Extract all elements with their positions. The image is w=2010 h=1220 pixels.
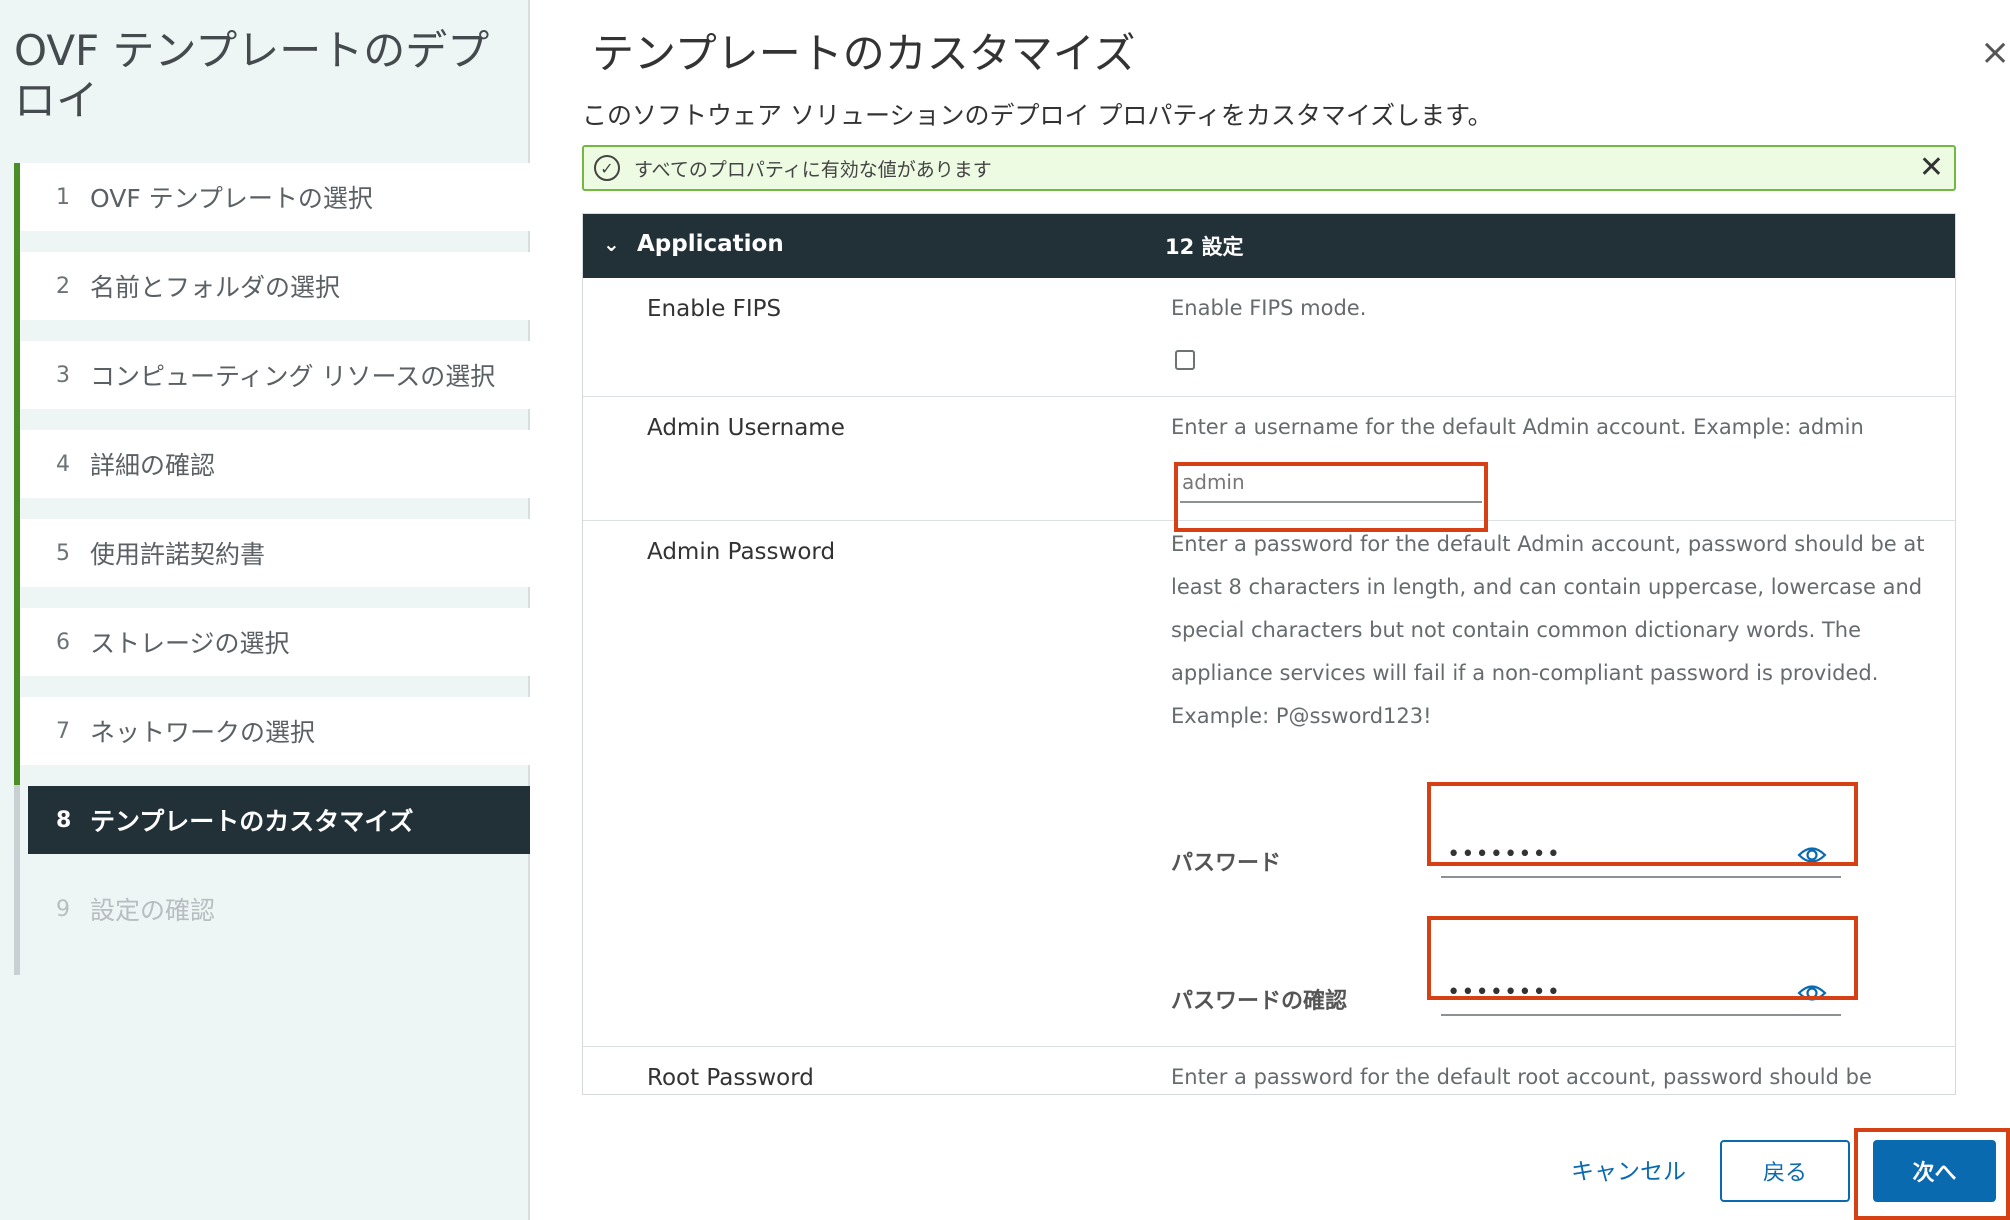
property-description: Enter a password for the default root ac… bbox=[1171, 1065, 1872, 1089]
step-number: 2 bbox=[56, 273, 70, 299]
group-name: Application bbox=[637, 231, 784, 257]
property-row-root-password: Root Password Enter a password for the d… bbox=[583, 1047, 1955, 1094]
step-1[interactable]: 1 OVF テンプレートの選択 bbox=[20, 163, 530, 231]
check-circle-icon: ✓ bbox=[594, 155, 620, 181]
step-label: ストレージの選択 bbox=[90, 629, 290, 658]
step-number: 1 bbox=[56, 184, 70, 210]
highlight-confirm-password bbox=[1427, 916, 1858, 1000]
property-label: Admin Password bbox=[647, 539, 836, 565]
step-number: 4 bbox=[56, 451, 70, 477]
step-label: OVF テンプレートの選択 bbox=[90, 184, 373, 213]
step-9: 9 設定の確認 bbox=[20, 875, 530, 943]
property-label: Enable FIPS bbox=[647, 296, 782, 322]
property-label: Root Password bbox=[647, 1065, 814, 1091]
back-button[interactable]: 戻る bbox=[1720, 1140, 1850, 1202]
step-7[interactable]: 7 ネットワークの選択 bbox=[20, 697, 530, 765]
chevron-down-icon: ⌄ bbox=[603, 232, 620, 256]
close-icon[interactable]: × bbox=[1980, 35, 2010, 71]
step-number: 9 bbox=[56, 896, 70, 922]
page-subtitle: このソフトウェア ソリューションのデプロイ プロパティをカスタマイズします。 bbox=[582, 101, 1493, 130]
highlight-password bbox=[1427, 782, 1858, 866]
cancel-button[interactable]: キャンセル bbox=[1571, 1152, 1686, 1186]
step-label: コンピューティング リソースの選択 bbox=[90, 362, 496, 391]
alert-text: すべてのプロパティに有効な値があります bbox=[634, 158, 992, 181]
step-8-active[interactable]: 8 テンプレートのカスタマイズ bbox=[28, 786, 530, 854]
password-label: パスワード bbox=[1171, 851, 1282, 876]
alert-close-icon[interactable]: ✕ bbox=[1919, 151, 1944, 185]
step-number: 6 bbox=[56, 629, 70, 655]
step-6[interactable]: 6 ストレージの選択 bbox=[20, 608, 530, 676]
step-4[interactable]: 4 詳細の確認 bbox=[20, 430, 530, 498]
wizard-sidebar: OVF テンプレートのデプロイ 1 OVF テンプレートの選択 2 名前とフォル… bbox=[0, 0, 530, 1220]
step-number: 3 bbox=[56, 362, 70, 388]
step-number: 5 bbox=[56, 540, 70, 566]
property-description: Enter a username for the default Admin a… bbox=[1171, 415, 1864, 439]
property-description: Enter a password for the default Admin a… bbox=[1171, 532, 1925, 728]
wizard-steps: 1 OVF テンプレートの選択 2 名前とフォルダの選択 3 コンピューティング… bbox=[14, 163, 530, 975]
step-5[interactable]: 5 使用許諾契約書 bbox=[20, 519, 530, 587]
wizard-main: テンプレートのカスタマイズ × このソフトウェア ソリューションのデプロイ プロ… bbox=[532, 0, 2010, 1220]
validation-alert: ✓ すべてのプロパティに有効な値があります ✕ bbox=[582, 145, 1956, 191]
step-2[interactable]: 2 名前とフォルダの選択 bbox=[20, 252, 530, 320]
step-3[interactable]: 3 コンピューティング リソースの選択 bbox=[20, 341, 530, 409]
step-label: 設定の確認 bbox=[90, 896, 216, 925]
highlight-username bbox=[1174, 462, 1488, 532]
step-label: 使用許諾契約書 bbox=[90, 540, 266, 569]
fips-checkbox[interactable] bbox=[1175, 350, 1195, 370]
step-number: 7 bbox=[56, 718, 70, 744]
confirm-password-label: パスワードの確認 bbox=[1171, 989, 1348, 1014]
page-title: テンプレートのカスタマイズ bbox=[592, 29, 1136, 78]
group-settings-count: 12 設定 bbox=[1165, 235, 1244, 259]
group-header-application[interactable]: ⌄ Application 12 設定 bbox=[583, 214, 1955, 278]
wizard-title: OVF テンプレートのデプロイ bbox=[14, 26, 490, 125]
step-label: ネットワークの選択 bbox=[90, 718, 316, 747]
step-number: 8 bbox=[56, 807, 72, 833]
step-label: 詳細の確認 bbox=[90, 451, 216, 480]
step-label: 名前とフォルダの選択 bbox=[90, 273, 341, 302]
property-row-fips: Enable FIPS Enable FIPS mode. bbox=[583, 278, 1955, 397]
property-description: Enable FIPS mode. bbox=[1171, 296, 1367, 320]
step-label: テンプレートのカスタマイズ bbox=[90, 807, 414, 836]
property-label: Admin Username bbox=[647, 415, 845, 441]
next-button[interactable]: 次へ bbox=[1873, 1140, 1996, 1202]
